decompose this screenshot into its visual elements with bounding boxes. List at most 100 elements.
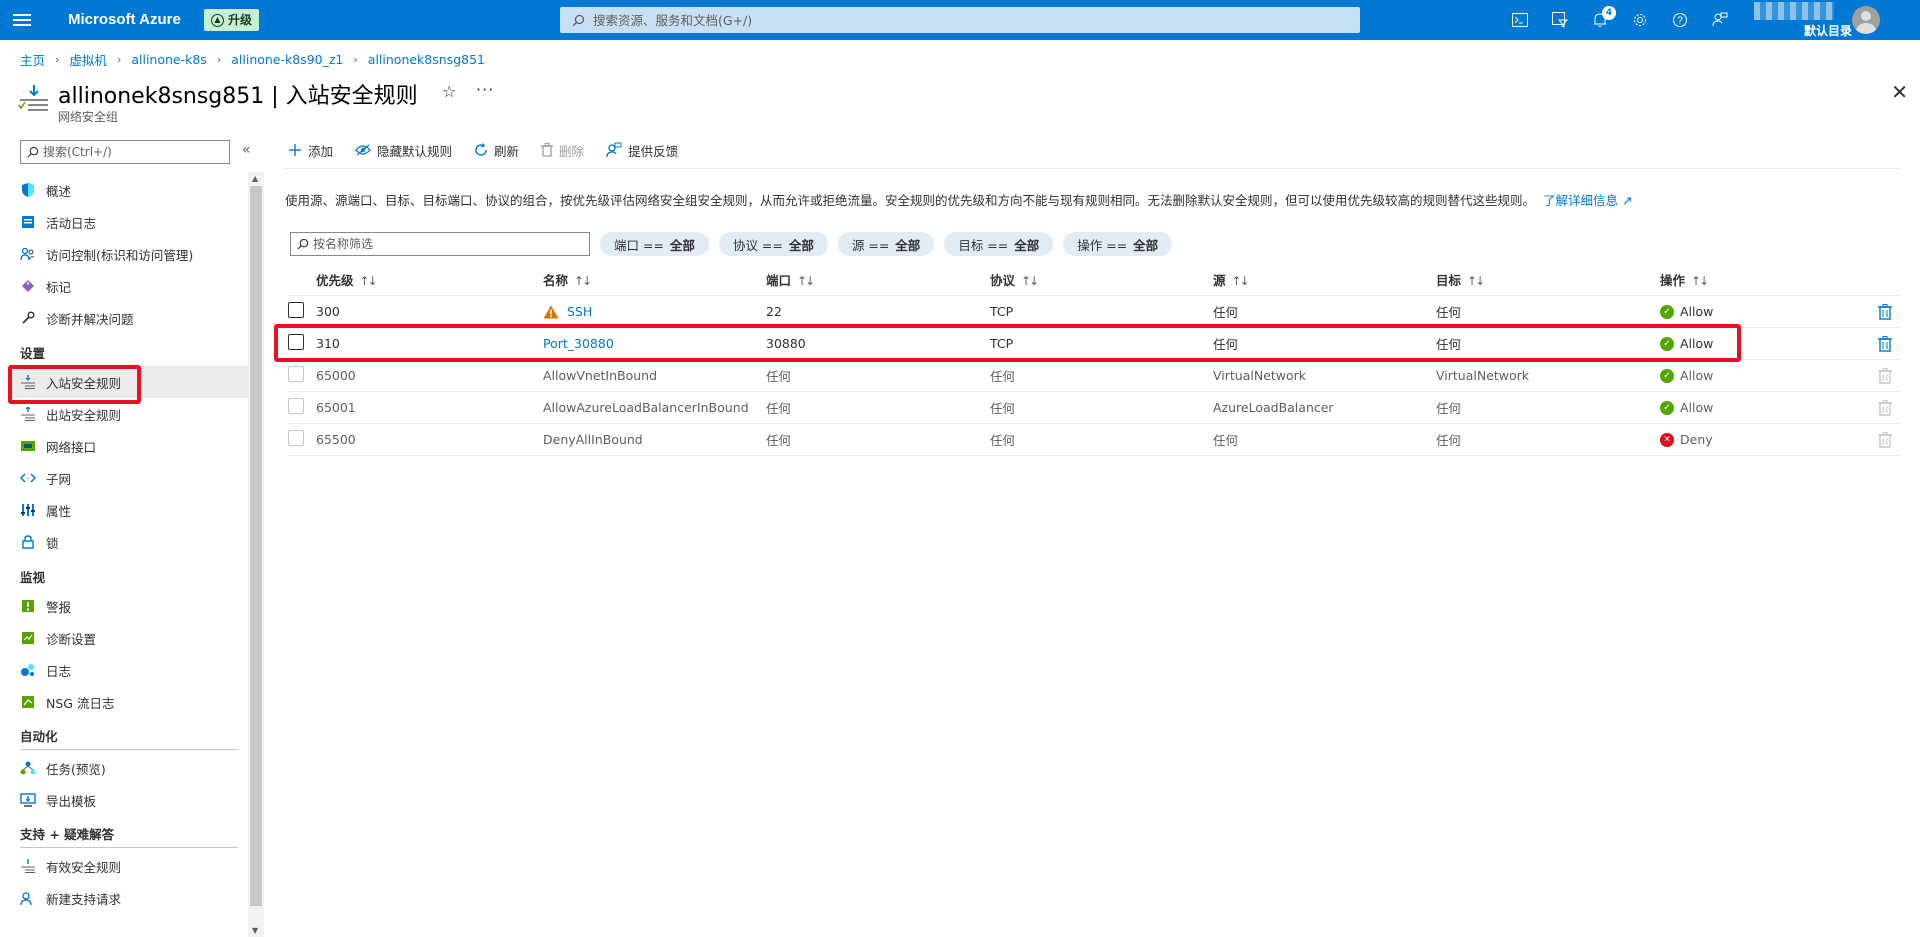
search-icon	[297, 238, 309, 250]
favorite-star-icon[interactable]: ☆	[442, 82, 456, 101]
filter-pill-port[interactable]: 端口 == 全部	[600, 232, 709, 256]
directory-filter-icon[interactable]	[1540, 0, 1580, 40]
menu-scrollbar[interactable]: ▲ ▼	[248, 172, 264, 937]
global-search-input[interactable]	[593, 12, 1293, 28]
trash-icon[interactable]	[1878, 304, 1892, 320]
filter-pill-action[interactable]: 操作 == 全部	[1063, 232, 1173, 256]
menu-item-effective-rules[interactable]: 有效安全规则	[10, 850, 248, 882]
breadcrumb-virtual-machines[interactable]: 虚拟机	[69, 50, 107, 69]
learn-more-link[interactable]: 了解详细信息 ↗	[1543, 193, 1632, 208]
cell-source: AzureLoadBalancer	[1213, 400, 1334, 415]
account-area[interactable]: 默认目录	[1750, 0, 1880, 40]
cell-destination: 任何	[1436, 305, 1462, 320]
menu-item-network-interfaces[interactable]: 网络接口	[10, 430, 248, 462]
menu-search-input[interactable]	[43, 145, 223, 159]
column-header-destination[interactable]: 目标 ↑↓	[1436, 270, 1660, 289]
menu-item-access-control[interactable]: 访问控制(标识和访问管理)	[10, 238, 248, 270]
table-row[interactable]: 65500 DenyAllInBound 任何 任何 任何 任何 ✕ Deny	[288, 424, 1900, 456]
notification-badge: 4	[1602, 6, 1616, 20]
top-bar: Microsoft Azure ▲ 升级 4 ? 默认目录	[0, 0, 1920, 40]
trash-icon	[1878, 400, 1892, 416]
menu-item-subnets[interactable]: 子网	[10, 462, 248, 494]
breadcrumb-home[interactable]: 主页	[20, 50, 45, 69]
breadcrumb-vm[interactable]: allinone-k8s	[131, 52, 206, 67]
hide-default-rules-button[interactable]: 隐藏默认规则	[355, 141, 452, 160]
menu-item-logs[interactable]: 日志	[10, 654, 248, 686]
column-header-action[interactable]: 操作 ↑↓	[1660, 270, 1880, 289]
filter-pill-source[interactable]: 源 == 全部	[837, 232, 935, 256]
menu-item-tasks[interactable]: 任务(预览)	[10, 752, 248, 784]
scroll-up-arrow-icon[interactable]: ▲	[252, 174, 258, 183]
breadcrumb-nsg[interactable]: allinonek8snsg851	[368, 52, 485, 67]
menu-item-export-template[interactable]: 导出模板	[10, 784, 248, 816]
more-options-icon[interactable]: ···	[476, 80, 494, 99]
feedback-button[interactable]: 提供反馈	[606, 141, 678, 160]
menu-item-nsg-flow-logs[interactable]: NSG 流日志	[10, 686, 248, 718]
cell-port: 22	[766, 304, 782, 319]
menu-item-locks[interactable]: 锁	[10, 526, 248, 558]
add-button[interactable]: 添加	[288, 141, 333, 160]
scrollbar-thumb[interactable]	[250, 186, 262, 906]
menu-item-label: 属性	[46, 503, 72, 519]
name-filter-input[interactable]	[313, 237, 583, 251]
menu-item-label: NSG 流日志	[46, 695, 115, 711]
menu-section-support: 支持 + 疑难解答	[20, 816, 238, 848]
cell-name: DenyAllInBound	[543, 432, 643, 447]
cell-port: 任何	[766, 369, 792, 384]
add-label: 添加	[308, 143, 334, 159]
brand-name[interactable]: Microsoft Azure	[68, 11, 181, 28]
menu-item-new-support-request[interactable]: 新建支持请求	[10, 882, 248, 914]
sort-arrows-icon: ↑↓	[1231, 274, 1250, 288]
column-header-protocol[interactable]: 协议 ↑↓	[990, 270, 1213, 289]
menu-item-tags[interactable]: 标记	[10, 270, 248, 302]
menu-item-activity-log[interactable]: 活动日志	[10, 206, 248, 238]
rule-name-link[interactable]: SSH	[567, 304, 592, 319]
trash-icon[interactable]	[1878, 336, 1892, 352]
column-header-source[interactable]: 源 ↑↓	[1213, 270, 1436, 289]
global-search[interactable]	[560, 7, 1360, 33]
column-header-name[interactable]: 名称 ↑↓	[543, 270, 766, 289]
delete-button[interactable]: 删除	[541, 141, 584, 160]
feedback-person-icon[interactable]	[1700, 0, 1740, 40]
sort-arrows-icon: ↑↓	[797, 274, 815, 288]
menu-item-label: 诊断设置	[46, 631, 97, 647]
sort-arrows-icon: ↑↓	[1691, 274, 1709, 288]
effective-rules-icon	[20, 858, 36, 874]
filter-pill-destination[interactable]: 目标 == 全部	[944, 232, 1054, 256]
scroll-down-arrow-icon[interactable]: ▼	[252, 926, 258, 935]
trash-icon	[1878, 432, 1892, 448]
cloud-shell-icon[interactable]	[1500, 0, 1540, 40]
collapse-menu-icon[interactable]: «	[242, 142, 251, 158]
avatar[interactable]	[1852, 6, 1880, 34]
refresh-button[interactable]: 刷新	[474, 141, 519, 160]
menu-search[interactable]	[20, 140, 230, 164]
menu-item-diagnose[interactable]: 诊断并解决问题	[10, 302, 248, 334]
menu-item-overview[interactable]: 概述	[10, 174, 248, 206]
filter-pill-protocol[interactable]: 协议 == 全部	[718, 232, 828, 256]
breadcrumb-nic[interactable]: allinone-k8s90_z1	[231, 52, 343, 67]
cell-priority: 300	[316, 304, 340, 319]
notifications-bell-icon[interactable]: 4	[1580, 0, 1620, 40]
menu-item-diagnostic-settings[interactable]: 诊断设置	[10, 622, 248, 654]
name-filter[interactable]	[290, 232, 590, 256]
table-row[interactable]: 65001 AllowAzureLoadBalancerInBound 任何 任…	[288, 392, 1900, 424]
cell-destination: 任何	[1436, 401, 1462, 416]
hamburger-menu-icon[interactable]	[13, 11, 31, 29]
cell-action: ✓ Allow	[1660, 304, 1880, 319]
menu-item-alerts[interactable]: 警报	[10, 590, 248, 622]
action-label: Deny	[1680, 432, 1713, 447]
upgrade-button[interactable]: ▲ 升级	[204, 9, 260, 31]
lock-icon	[20, 534, 36, 550]
help-question-icon[interactable]: ?	[1660, 0, 1700, 40]
column-header-port[interactable]: 端口 ↑↓	[766, 270, 990, 289]
feedback-person-icon	[606, 142, 622, 158]
column-header-priority[interactable]: 优先级 ↑↓	[316, 270, 543, 289]
outbound-rules-icon	[20, 406, 36, 422]
eye-hide-icon	[355, 144, 371, 156]
sort-arrows-icon: ↑↓	[1021, 274, 1039, 288]
table-row[interactable]: 65000 AllowVnetInBound 任何 任何 VirtualNetw…	[288, 360, 1900, 392]
row-checkbox[interactable]	[288, 302, 304, 318]
menu-item-properties[interactable]: 属性	[10, 494, 248, 526]
settings-gear-icon[interactable]	[1620, 0, 1660, 40]
close-icon[interactable]: ✕	[1891, 80, 1908, 104]
